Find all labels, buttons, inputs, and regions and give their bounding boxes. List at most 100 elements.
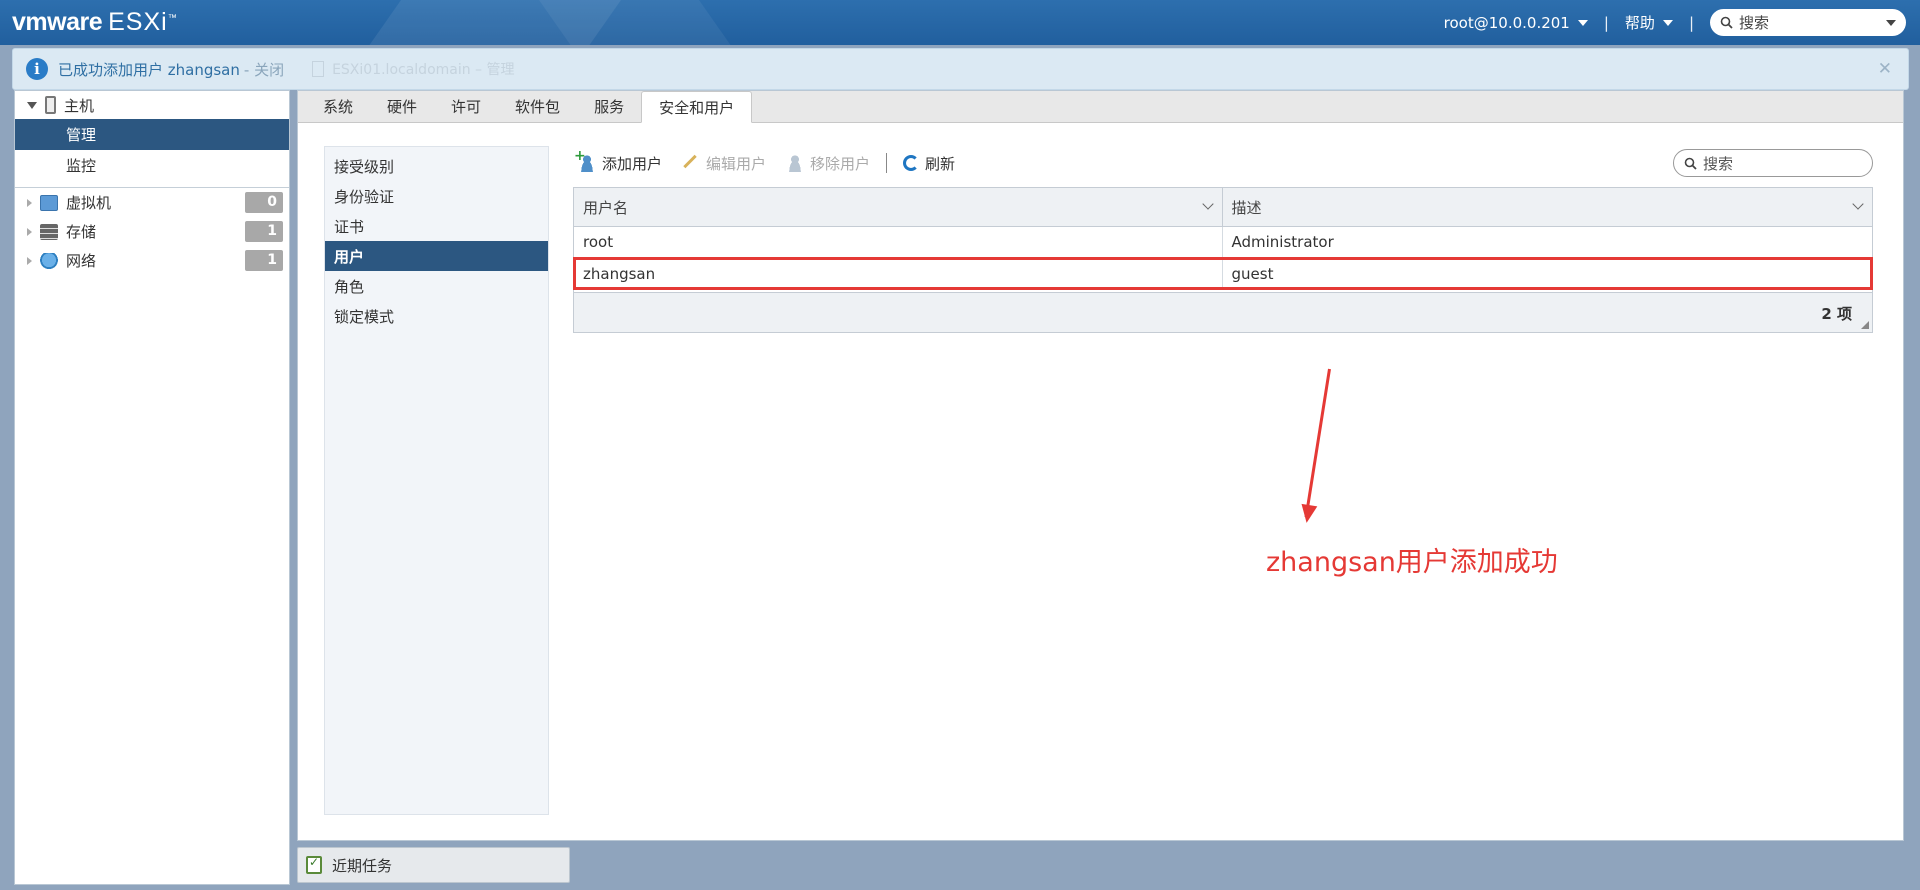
expand-icon[interactable] xyxy=(27,227,32,236)
notification-background-text: ESXi01.localdomain – 管理 xyxy=(312,59,515,79)
tab-label: 服务 xyxy=(594,98,625,116)
collapse-icon[interactable] xyxy=(27,101,37,109)
notification-close-link[interactable]: - 关闭 xyxy=(244,59,284,80)
expand-icon[interactable] xyxy=(27,256,32,265)
chevron-down-icon[interactable] xyxy=(1852,198,1864,210)
global-search-input[interactable]: 搜索 xyxy=(1710,9,1906,36)
global-search-placeholder: 搜索 xyxy=(1739,14,1770,32)
subnav-certificates[interactable]: 证书 xyxy=(325,211,548,241)
help-menu-label: 帮助 xyxy=(1624,14,1655,32)
subnav-lockdown-mode[interactable]: 锁定模式 xyxy=(325,301,548,331)
subnav-label: 角色 xyxy=(334,277,365,296)
logo-trademark: ™ xyxy=(167,12,177,23)
subnav-label: 用户 xyxy=(334,247,365,266)
nav-item-label: 管理 xyxy=(66,126,97,144)
remove-user-icon xyxy=(786,154,805,172)
tab-services[interactable]: 服务 xyxy=(577,91,641,122)
annotation-arrow-line xyxy=(1304,368,1331,518)
header-separator: | xyxy=(1688,13,1694,32)
background-title: ESXi01.localdomain – 管理 xyxy=(332,62,515,78)
cell-text: root xyxy=(583,233,614,251)
main-content-panel: 系统 硬件 许可 软件包 服务 安全和用户 接受级别 身份验证 证书 用户 角色… xyxy=(297,90,1904,841)
recent-tasks-button[interactable]: 近期任务 xyxy=(297,847,570,883)
nav-item-label: 网络 xyxy=(66,252,97,270)
item-count: 2 项 xyxy=(1821,305,1852,323)
user-menu-label: root@10.0.0.201 xyxy=(1443,13,1570,32)
nav-item-vms[interactable]: 虚拟机 0 xyxy=(15,188,289,217)
tab-hardware[interactable]: 硬件 xyxy=(370,91,434,122)
user-menu[interactable]: root@10.0.0.201 xyxy=(1444,14,1588,32)
subnav-label: 身份验证 xyxy=(334,187,395,206)
close-icon[interactable]: ✕ xyxy=(1878,59,1892,79)
subnav-users[interactable]: 用户 xyxy=(325,241,548,271)
subnav-label: 接受级别 xyxy=(334,157,395,176)
toolbar-separator xyxy=(886,153,888,173)
tab-licensing[interactable]: 许可 xyxy=(434,91,498,122)
host-icon xyxy=(312,61,325,77)
add-user-button[interactable]: 添加用户 xyxy=(574,148,663,174)
nav-host[interactable]: 主机 xyxy=(15,91,289,119)
refresh-label: 刷新 xyxy=(925,154,956,173)
header-right-controls: root@10.0.0.201 | 帮助 | 搜索 xyxy=(1444,9,1906,36)
nav-item-storage[interactable]: 存储 1 xyxy=(15,217,289,246)
column-header-description[interactable]: 描述 xyxy=(1223,188,1873,226)
tab-label: 软件包 xyxy=(515,98,561,116)
help-menu[interactable]: 帮助 xyxy=(1625,12,1673,33)
subnav-acceptance-level[interactable]: 接受级别 xyxy=(325,151,548,181)
nav-item-network[interactable]: 网络 1 xyxy=(15,246,289,275)
table-cell-username: root xyxy=(574,227,1223,257)
cell-text: zhangsan xyxy=(583,264,656,283)
users-toolbar: 添加用户 编辑用户 移除用户 刷新 xyxy=(574,148,975,177)
table-cell-username: zhangsan xyxy=(574,258,1223,289)
subnav-label: 证书 xyxy=(334,217,365,236)
pencil-icon xyxy=(682,154,700,172)
count-badge: 0 xyxy=(245,192,283,213)
refresh-icon xyxy=(903,155,920,171)
nav-item-manage[interactable]: 管理 xyxy=(15,119,289,150)
tab-label: 系统 xyxy=(323,98,354,116)
users-search-input[interactable]: 搜索 xyxy=(1673,149,1873,177)
resize-grip-icon[interactable] xyxy=(1861,321,1869,329)
subnav-authentication[interactable]: 身份验证 xyxy=(325,181,548,211)
table-row[interactable]: zhangsan guest xyxy=(573,257,1873,290)
subnav-roles[interactable]: 角色 xyxy=(325,271,548,301)
cell-text: Administrator xyxy=(1231,233,1334,251)
table-row[interactable]: root Administrator xyxy=(574,227,1872,258)
tab-label: 安全和用户 xyxy=(659,98,735,117)
remove-user-button[interactable]: 移除用户 xyxy=(786,153,870,174)
nav-item-monitor[interactable]: 监控 xyxy=(15,150,289,181)
column-header-username[interactable]: 用户名 xyxy=(574,188,1223,226)
nav-host-label: 主机 xyxy=(64,96,95,115)
tab-bar: 系统 硬件 许可 软件包 服务 安全和用户 xyxy=(298,91,1903,123)
column-header-label: 描述 xyxy=(1231,198,1262,217)
tab-label: 硬件 xyxy=(387,98,418,116)
vmware-esxi-logo: vmware ESXi™ xyxy=(12,8,177,37)
tab-label: 许可 xyxy=(451,98,482,116)
tab-security-users[interactable]: 安全和用户 xyxy=(641,91,753,123)
table-cell-description: guest xyxy=(1223,258,1873,289)
edit-user-button[interactable]: 编辑用户 xyxy=(682,153,766,174)
table-cell-description: Administrator xyxy=(1223,227,1873,257)
recent-tasks-label: 近期任务 xyxy=(332,856,393,875)
search-icon xyxy=(1720,16,1733,29)
subnav-label: 锁定模式 xyxy=(334,307,395,326)
refresh-button[interactable]: 刷新 xyxy=(903,153,955,174)
users-search-placeholder: 搜索 xyxy=(1703,154,1734,173)
annotation-arrow-head-icon xyxy=(1298,503,1318,525)
task-checklist-icon xyxy=(306,855,322,874)
notification-message: 已成功添加用户 zhangsan xyxy=(58,60,240,79)
chevron-down-icon[interactable] xyxy=(1201,198,1214,210)
edit-user-label: 编辑用户 xyxy=(706,154,767,173)
cell-text: guest xyxy=(1231,264,1274,283)
search-dropdown-icon[interactable] xyxy=(1886,20,1896,26)
add-user-label: 添加用户 xyxy=(602,154,663,173)
logo-brand: vmware xyxy=(12,8,103,36)
expand-icon[interactable] xyxy=(27,198,32,207)
tab-packages[interactable]: 软件包 xyxy=(498,91,577,122)
storage-icon xyxy=(40,223,58,240)
host-icon xyxy=(45,96,56,114)
nav-item-label: 监控 xyxy=(66,157,97,175)
tab-system[interactable]: 系统 xyxy=(306,91,370,122)
nav-item-label: 虚拟机 xyxy=(66,194,112,212)
top-header-bar: vmware ESXi™ root@10.0.0.201 | 帮助 | 搜索 xyxy=(0,0,1920,45)
